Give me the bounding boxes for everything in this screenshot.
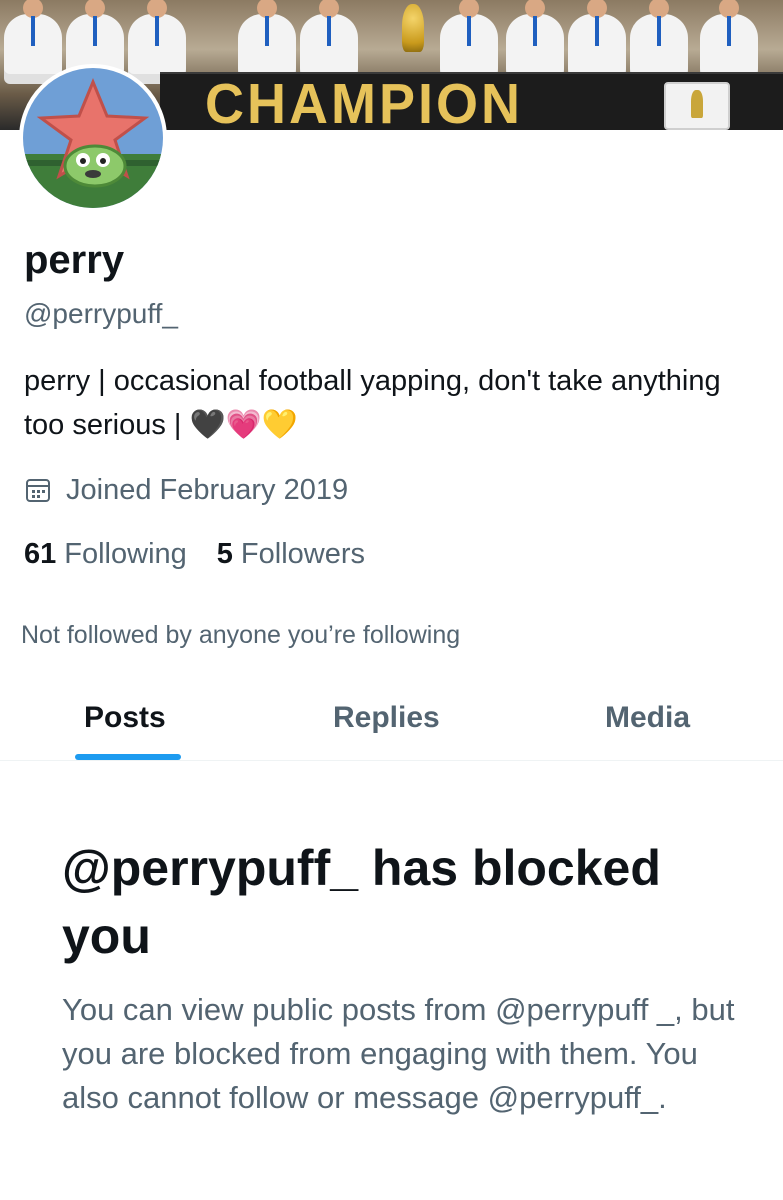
trophy-icon — [402, 4, 424, 52]
world-cup-emblem-icon — [664, 82, 730, 130]
profile-bio: perry | occasional football yapping, don… — [24, 365, 721, 441]
following-count: 61 — [24, 538, 57, 570]
joined-date: Joined February 2019 — [24, 472, 348, 508]
calendar-icon — [26, 479, 50, 502]
banner-champion-text: CHAMPION — [205, 72, 523, 131]
profile-tabs: Posts Replies Media — [0, 680, 783, 761]
profile-handle: @perrypuff_ — [24, 298, 178, 329]
blocked-body: You can view public posts from @perrypuf… — [62, 992, 735, 1115]
follow-stats: 61 Following 5 Followers — [24, 536, 395, 572]
followers-link[interactable]: 5 Followers — [217, 536, 365, 572]
active-tab-indicator — [75, 754, 181, 760]
starfish-avatar-icon — [23, 68, 163, 208]
followers-count: 5 — [216, 538, 233, 570]
profile-name: perry — [24, 238, 125, 282]
not-followed-notice: Not followed by anyone you’re following — [21, 621, 461, 649]
tab-posts[interactable]: Posts — [84, 698, 166, 738]
avatar[interactable] — [19, 64, 167, 212]
tab-replies[interactable]: Replies — [333, 698, 440, 738]
followers-label: Followers — [240, 538, 365, 570]
joined-text: Joined February 2019 — [66, 474, 349, 506]
following-label: Following — [64, 538, 187, 570]
following-link[interactable]: 61 Following — [24, 536, 187, 572]
blocked-title: @perrypuff_ has blocked you — [62, 840, 661, 964]
tab-media[interactable]: Media — [605, 698, 690, 738]
